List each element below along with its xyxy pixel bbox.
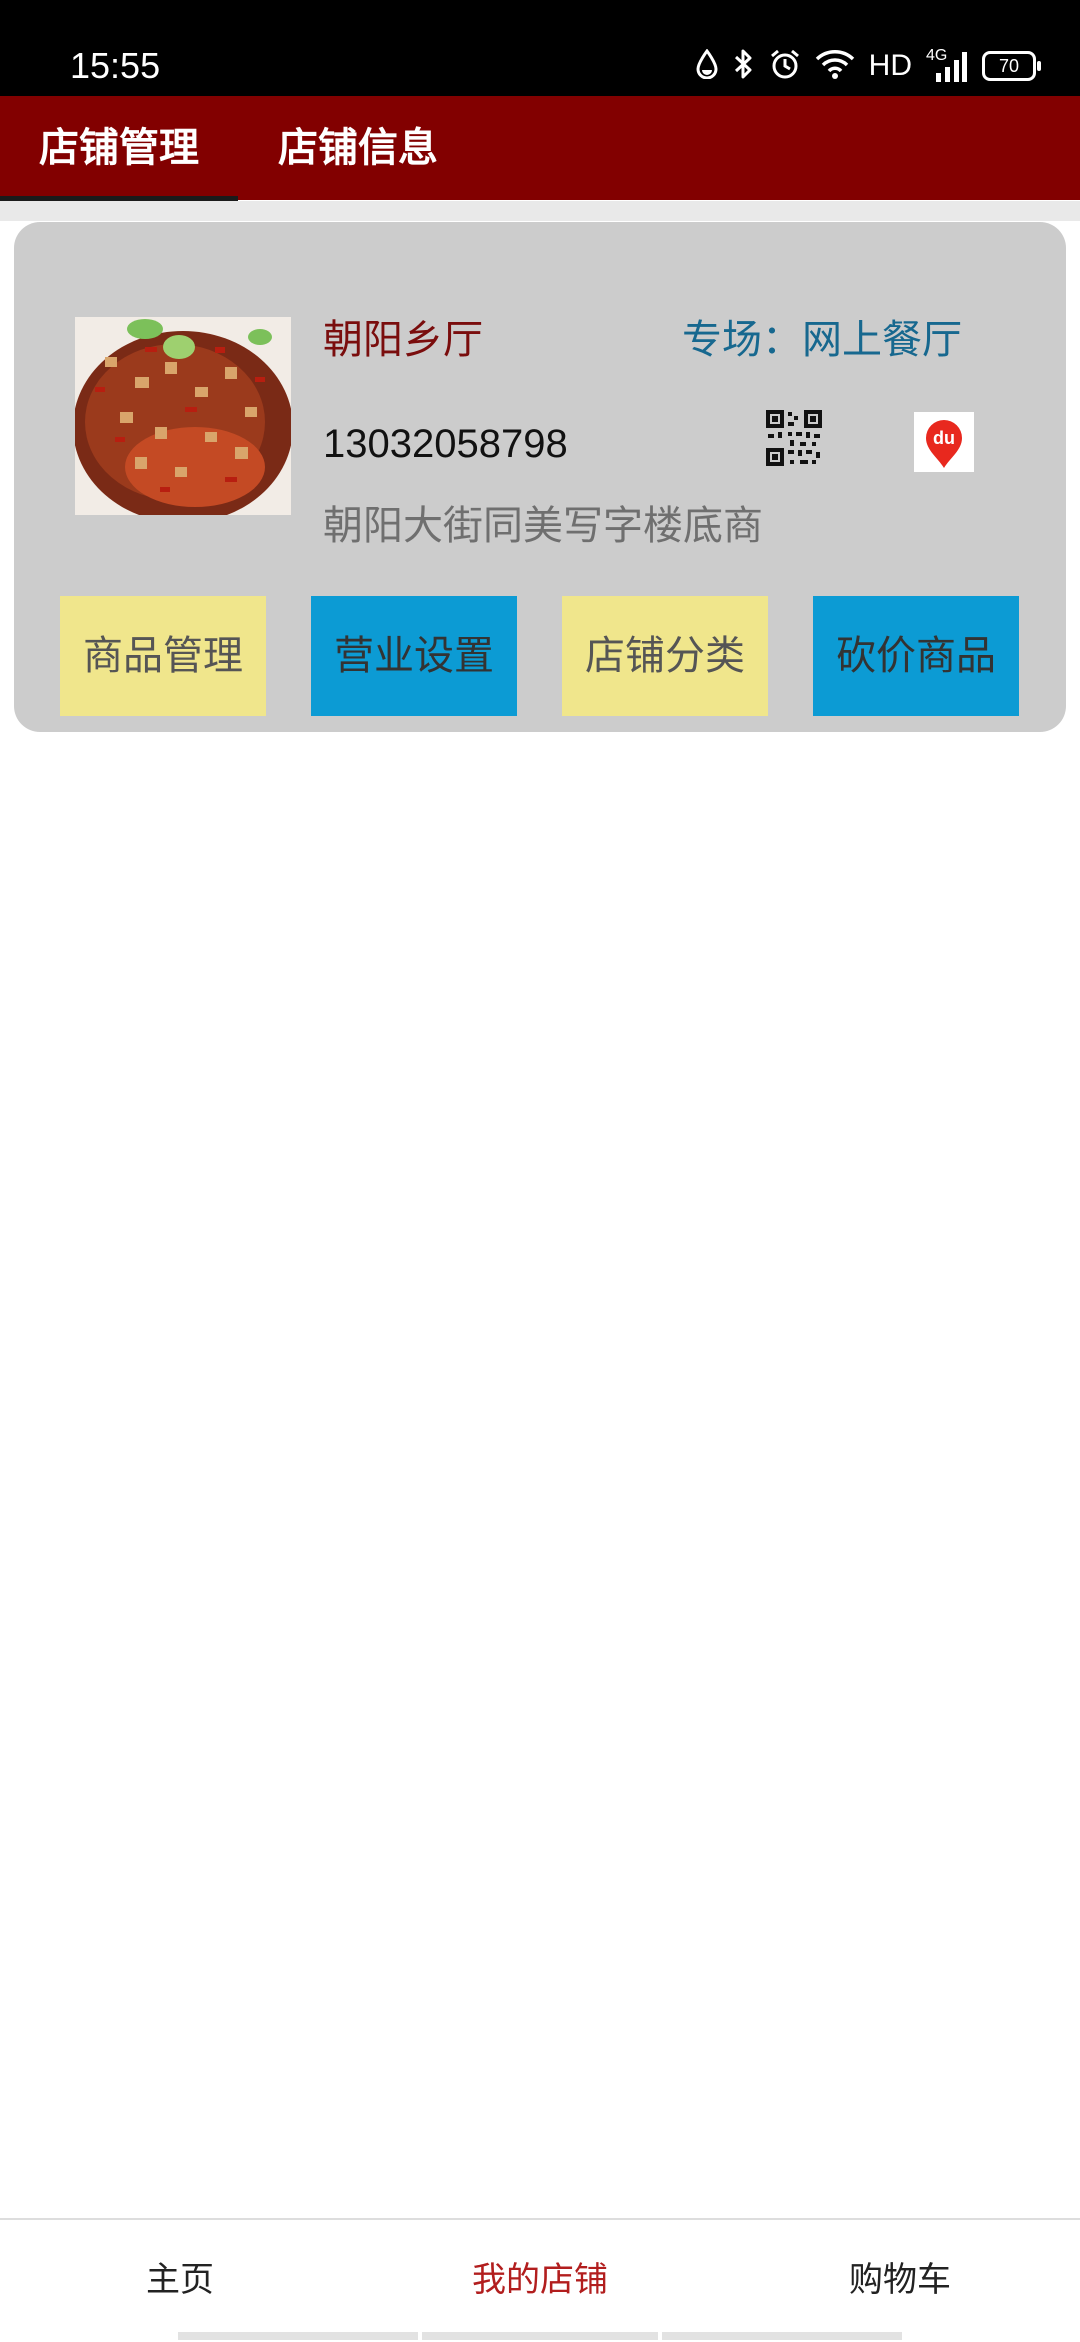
signal-icon: 4G	[926, 47, 968, 83]
status-time: 15:55	[70, 45, 161, 86]
shop-name: 朝阳乡厅	[323, 317, 483, 363]
nav-indicator-3	[662, 2332, 902, 2340]
shop-photo[interactable]	[73, 317, 293, 523]
shop-phone[interactable]: 13032058798	[323, 416, 568, 472]
bottom-nav: 主页 我的店铺 购物车	[0, 2218, 1080, 2342]
nav-item-home[interactable]: 主页	[0, 2220, 360, 2340]
battery-icon: 70	[982, 51, 1041, 81]
status-icons: HD 4G 70	[695, 44, 1041, 88]
water-drop-icon	[695, 48, 719, 83]
baidu-map-icon[interactable]: du	[914, 412, 974, 472]
bluetooth-icon	[733, 48, 755, 84]
product-management-button[interactable]: 商品管理	[60, 596, 266, 716]
tab-shop-info[interactable]: 店铺信息	[238, 96, 478, 200]
network-label: HD	[868, 49, 912, 82]
baidu-icon-text: du	[933, 428, 955, 448]
tab-shop-management[interactable]: 店铺管理	[0, 96, 238, 200]
qr-code-icon[interactable]	[766, 410, 822, 466]
wifi-icon	[815, 49, 855, 83]
status-bar: 15:55 HD 4G 70	[0, 0, 1080, 96]
nav-item-my-shop[interactable]: 我的店铺	[360, 2220, 720, 2340]
nav-indicator-1	[178, 2332, 418, 2340]
bargain-products-button[interactable]: 砍价商品	[813, 596, 1019, 716]
tab-header: 店铺管理 店铺信息	[0, 96, 1080, 200]
shop-card: 朝阳乡厅 专场：网上餐厅 13032058798 du 朝阳大街同美写字楼底商 …	[14, 222, 1066, 732]
nav-item-cart[interactable]: 购物车	[720, 2220, 1080, 2340]
header-divider	[0, 201, 1080, 221]
alarm-icon	[769, 48, 801, 84]
business-settings-button[interactable]: 营业设置	[311, 596, 517, 716]
shop-category-button[interactable]: 店铺分类	[562, 596, 768, 716]
shop-address: 朝阳大街同美写字楼底商	[323, 503, 763, 549]
shop-category: 专场：网上餐厅	[682, 317, 962, 363]
nav-indicator-2	[422, 2332, 658, 2340]
